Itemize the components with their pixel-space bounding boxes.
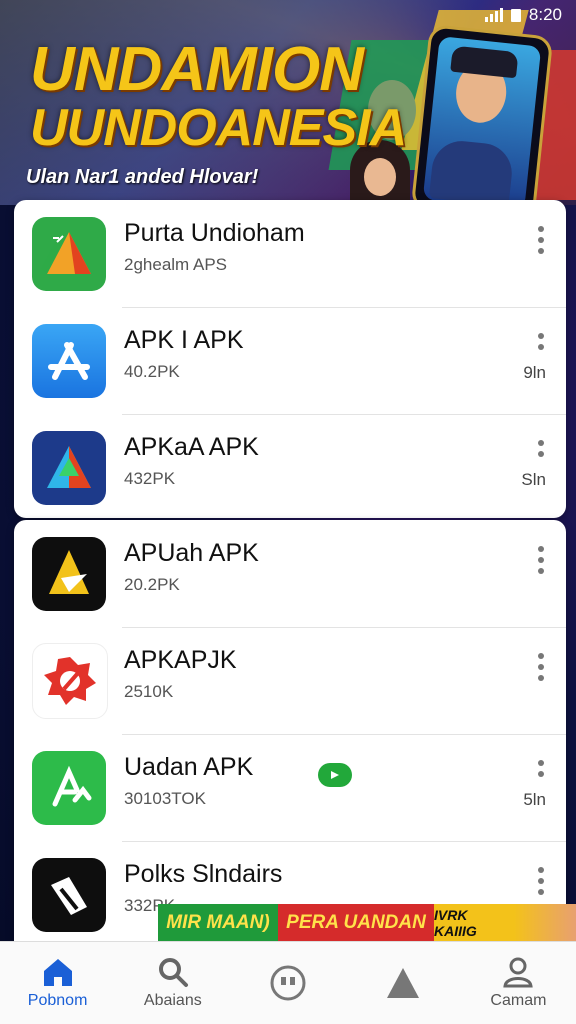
app-subtitle: 20.2PK (124, 575, 180, 594)
banner-title-line1: UNDAMION (30, 35, 364, 104)
more-options-icon[interactable] (538, 333, 544, 350)
more-options-icon[interactable] (538, 440, 544, 457)
app-list-card: Purta Undioham 2ghealm APS APK I APK 40.… (14, 200, 566, 518)
app-name: Uadan APK (124, 753, 254, 781)
banner-tagline: Ulan Nar1 anded Hlovar! (26, 166, 259, 188)
app-icon-green-triangle (32, 216, 106, 291)
promo-banner[interactable]: MIR MAAN) PERA UANDAN IVRK KAIIIG (158, 904, 576, 942)
more-options-icon[interactable] (538, 546, 544, 574)
app-list-card: APUah APK 20.2PK APKAPJK 2510K Uadan APK… (14, 520, 566, 950)
app-subtitle: 2510K (124, 682, 174, 701)
app-icon-black-gold (32, 536, 106, 611)
app-name: Purta Undioham (124, 219, 305, 247)
list-item[interactable]: APK I APK 40.2PK 9ln (14, 307, 566, 414)
nav-item-search[interactable]: Abaians (115, 942, 230, 1024)
app-size: Sln (521, 470, 546, 489)
hero-banner[interactable]: UNDAMION UUNDOANESIA Ulan Nar1 anded Hlo… (0, 0, 576, 205)
app-subtitle: 30103TOK (124, 789, 206, 808)
signal-icon (484, 8, 503, 22)
app-icon-green-a (32, 750, 106, 825)
promo-red: PERA UANDAN (278, 904, 434, 942)
bottom-nav: Pobnom Abaians Camam (0, 941, 576, 1024)
list-item[interactable]: APKAPJK 2510K (14, 627, 566, 734)
triangle-icon (387, 968, 420, 998)
app-name: APKaA APK (124, 433, 259, 461)
app-size: 5ln (523, 790, 546, 809)
promo-green: MIR MAAN) (158, 904, 278, 942)
user-icon (503, 957, 534, 988)
home-icon (43, 959, 72, 986)
banner-title-line2: UUNDOANESIA (30, 99, 407, 157)
app-subtitle: 432PK (124, 469, 176, 488)
hand-illustration (514, 904, 576, 942)
app-icon-prism (32, 430, 106, 505)
nav-item-chat[interactable] (230, 942, 345, 1024)
nav-item-triangle[interactable] (346, 942, 461, 1024)
status-time: 8:20 (528, 5, 562, 24)
more-options-icon[interactable] (538, 653, 544, 681)
nav-item-home[interactable]: Pobnom (0, 942, 115, 1024)
app-size: 9ln (523, 363, 546, 382)
app-name: Polks Slndairs (124, 860, 283, 888)
more-options-icon[interactable] (538, 760, 544, 777)
status-bar: 8:20 (0, 0, 576, 30)
phone-illustration (410, 24, 554, 205)
list-item[interactable]: APUah APK 20.2PK (14, 520, 566, 627)
app-icon-red-badge (32, 642, 108, 719)
search-icon (158, 958, 188, 987)
app-subtitle: 40.2PK (124, 362, 180, 381)
nav-item-profile[interactable]: Camam (461, 942, 576, 1024)
app-name: APKAPJK (124, 646, 237, 674)
app-name: APUah APK (124, 539, 259, 567)
nav-label: Abaians (143, 992, 202, 1009)
app-name: APK I APK (124, 326, 244, 354)
nav-label: Pobnom (27, 992, 88, 1009)
battery-icon (510, 8, 521, 22)
list-item[interactable]: Purta Undioham 2ghealm APS (14, 200, 566, 307)
chat-badge-icon (318, 763, 352, 787)
app-subtitle: 2ghealm APS (124, 255, 228, 274)
more-options-icon[interactable] (538, 867, 544, 895)
app-store-icon (32, 323, 106, 398)
nav-label: Camam (490, 992, 547, 1009)
list-item[interactable]: Uadan APK 30103TOK 5ln (14, 734, 566, 841)
app-icon-black-white (32, 857, 106, 932)
list-item[interactable]: APKaA APK 432PK Sln (14, 414, 566, 518)
chat-icon (270, 965, 306, 1001)
more-options-icon[interactable] (538, 226, 544, 254)
promo-badge: IVRK KAIIIG (434, 904, 514, 942)
